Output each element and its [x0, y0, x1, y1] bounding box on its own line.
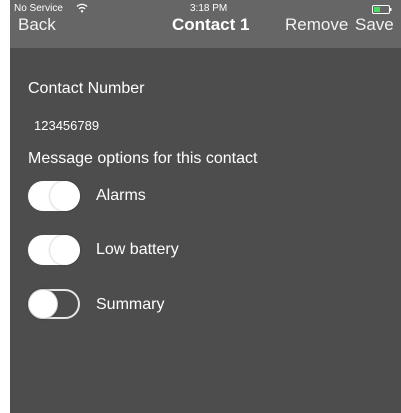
remove-button[interactable]: Remove: [285, 16, 348, 34]
content-area: [10, 48, 401, 413]
wifi-icon: [76, 3, 88, 13]
alarms-toggle[interactable]: [28, 181, 80, 211]
summary-toggle[interactable]: [28, 289, 80, 319]
status-time: 3:18 PM: [190, 3, 228, 14]
back-button[interactable]: Back: [18, 16, 56, 34]
low-battery-toggle[interactable]: [28, 235, 80, 265]
alarms-toggle-label: Alarms: [96, 187, 146, 204]
save-button[interactable]: Save: [355, 16, 394, 34]
low-battery-toggle-label: Low battery: [96, 241, 179, 258]
contact-screen: No Service 3:18 PM Back Contact 1 Remove…: [10, 0, 401, 413]
message-options-heading: Message options for this contact: [28, 150, 258, 167]
contact-number-label: Contact Number: [28, 80, 145, 97]
toggle-knob: [50, 181, 80, 211]
toggle-knob: [28, 289, 58, 319]
page-title: Contact 1: [172, 15, 250, 34]
carrier-text: No Service: [14, 3, 63, 14]
navigation-bar: No Service 3:18 PM Back Contact 1 Remove…: [10, 0, 401, 48]
contact-number-value[interactable]: 123456789: [34, 118, 99, 133]
toggle-knob: [50, 235, 80, 265]
battery-icon: [372, 5, 392, 14]
summary-toggle-label: Summary: [96, 296, 165, 313]
